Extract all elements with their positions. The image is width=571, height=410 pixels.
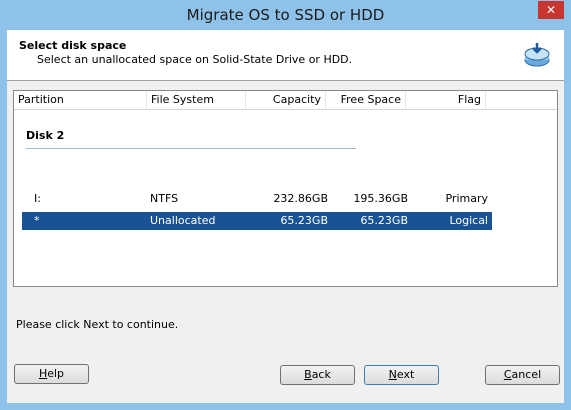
wizard-header: Select disk space Select an unallocated … xyxy=(7,30,564,81)
free-space-cell: 65.23GB xyxy=(360,214,408,227)
window-title: Migrate OS to SSD or HDD xyxy=(186,6,385,24)
table-row[interactable]: I: NTFS 232.86GB 195.36GB Primary xyxy=(22,190,492,208)
next-accelerator: N xyxy=(388,368,397,381)
capacity-cell: 232.86GB xyxy=(273,192,328,205)
disk-divider xyxy=(26,148,356,149)
cancel-button[interactable]: Cancel xyxy=(485,365,560,385)
free-space-cell: 195.36GB xyxy=(353,192,408,205)
flag-cell: Logical xyxy=(449,214,488,227)
dialog-window: Migrate OS to SSD or HDD ✕ Select disk s… xyxy=(0,0,571,410)
column-header-free-space[interactable]: Free Space xyxy=(326,91,406,109)
close-icon: ✕ xyxy=(545,3,557,17)
next-label: ext xyxy=(396,368,415,381)
partition-cell: I: xyxy=(34,192,41,205)
status-text: Please click Next to continue. xyxy=(16,318,179,331)
close-button[interactable]: ✕ xyxy=(538,1,564,19)
partition-cell: * xyxy=(34,214,40,227)
header-subtitle: Select an unallocated space on Solid-Sta… xyxy=(37,53,353,66)
back-accelerator: B xyxy=(304,368,312,381)
back-button[interactable]: Back xyxy=(280,365,355,385)
column-header-flag[interactable]: Flag xyxy=(406,91,486,109)
table-row-selected[interactable]: * Unallocated 65.23GB 65.23GB Logical xyxy=(22,212,492,230)
disk-migrate-icon xyxy=(524,43,550,67)
column-header-partition[interactable]: Partition xyxy=(14,91,147,109)
column-header-file-system[interactable]: File System xyxy=(147,91,246,109)
header-title: Select disk space xyxy=(19,39,127,52)
column-header-capacity[interactable]: Capacity xyxy=(246,91,326,109)
column-headers: Partition File System Capacity Free Spac… xyxy=(14,91,557,110)
cancel-label: ancel xyxy=(511,368,542,381)
cancel-accelerator: C xyxy=(503,368,512,381)
help-accelerator: H xyxy=(38,367,48,380)
title-bar[interactable]: Migrate OS to SSD or HDD ✕ xyxy=(0,0,571,30)
help-button[interactable]: Help xyxy=(14,364,89,384)
file-system-cell: NTFS xyxy=(150,192,179,205)
back-label: ack xyxy=(311,368,331,381)
partition-list[interactable]: Partition File System Capacity Free Spac… xyxy=(13,90,558,287)
dialog-client-area: Select disk space Select an unallocated … xyxy=(7,30,564,403)
next-button[interactable]: Next xyxy=(364,365,439,385)
disk-label: Disk 2 xyxy=(26,129,65,142)
capacity-cell: 65.23GB xyxy=(280,214,328,227)
flag-cell: Primary xyxy=(445,192,488,205)
file-system-cell: Unallocated xyxy=(150,214,216,227)
help-label: elp xyxy=(47,367,65,380)
